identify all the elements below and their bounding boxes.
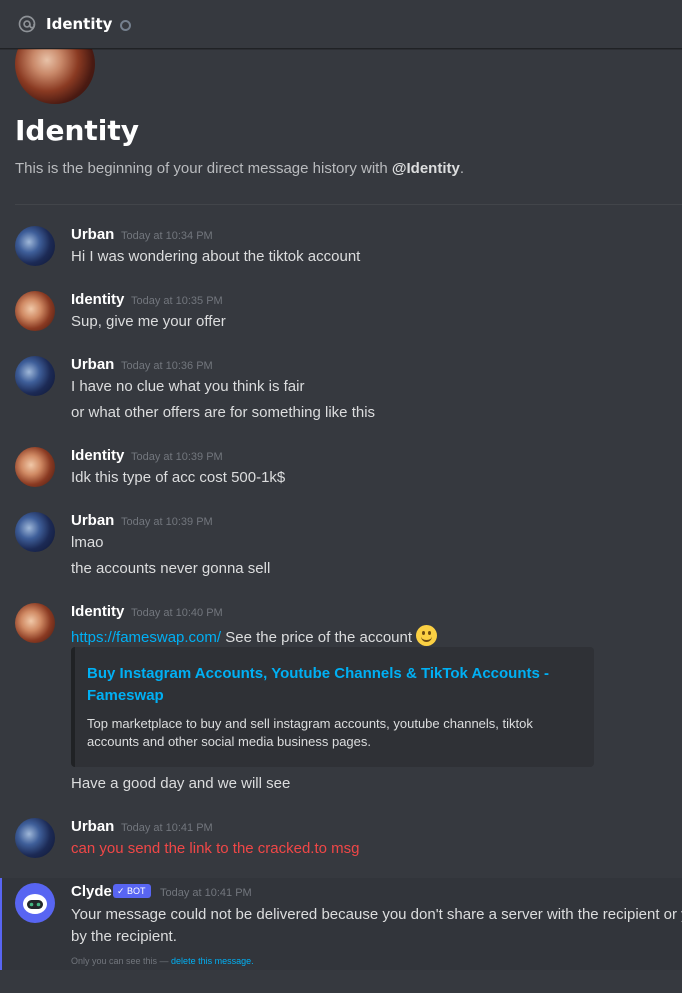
message-text: Sup, give me your offer	[71, 313, 226, 330]
avatar-urban[interactable]	[15, 226, 55, 266]
message-author[interactable]: Urban	[71, 818, 114, 835]
system-message-text: Your message could not be delivered beca…	[71, 906, 682, 945]
avatar-urban[interactable]	[15, 356, 55, 396]
message-text: https://fameswap.com/ See the price of t…	[71, 625, 438, 646]
message-text: lmao	[71, 534, 104, 551]
channel-header: Identity	[0, 0, 682, 49]
offline-status-icon	[120, 19, 132, 31]
link-embed: Buy Instagram Accounts, Youtube Channels…	[71, 647, 594, 767]
bot-badge: ✓ BOT	[113, 884, 151, 898]
embed-description: Top marketplace to buy and sell instagra…	[87, 716, 533, 749]
message-text: Idk this type of acc cost 500-1k$	[71, 469, 286, 486]
intro-user-mention[interactable]: @Identity	[392, 160, 460, 177]
message-timestamp: Today at 10:40 PM	[131, 607, 223, 619]
at-icon	[18, 15, 36, 33]
delete-message-link[interactable]: delete this message.	[171, 956, 254, 966]
message-timestamp: Today at 10:41 PM	[121, 822, 213, 834]
message-text: Have a good day and we will see	[71, 775, 291, 792]
avatar-clyde[interactable]	[15, 883, 55, 923]
message-timestamp: Today at 10:34 PM	[121, 230, 213, 242]
intro-title: Identity	[15, 114, 140, 147]
message-timestamp: Today at 10:39 PM	[121, 516, 213, 528]
message-author[interactable]: Identity	[71, 603, 124, 620]
ephemeral-notice: Only you can see this — delete this mess…	[71, 956, 254, 966]
message-timestamp: Today at 10:39 PM	[131, 451, 223, 463]
avatar-identity[interactable]	[15, 447, 55, 487]
message-text: the accounts never gonna sell	[71, 560, 271, 577]
message-text: Hi I was wondering about the tiktok acco…	[71, 248, 361, 265]
avatar-identity[interactable]	[15, 603, 55, 643]
channel-title: Identity	[46, 15, 113, 33]
clyde-robot-icon	[23, 894, 47, 914]
message-timestamp: Today at 10:35 PM	[131, 295, 223, 307]
avatar-identity[interactable]	[15, 291, 55, 331]
message-author[interactable]: Identity	[71, 291, 124, 308]
avatar-urban[interactable]	[15, 818, 55, 858]
divider	[15, 204, 682, 205]
message-timestamp: Today at 10:41 PM	[160, 887, 252, 899]
message-author[interactable]: Urban	[71, 512, 114, 529]
message-author[interactable]: Identity	[71, 447, 124, 464]
message-timestamp: Today at 10:36 PM	[121, 360, 213, 372]
message-author[interactable]: Urban	[71, 226, 114, 243]
message-text: or what other offers are for something l…	[71, 404, 376, 421]
embed-title[interactable]: Buy Instagram Accounts, Youtube Channels…	[87, 663, 557, 707]
message-author[interactable]: Urban	[71, 356, 114, 373]
failed-message-text: can you send the link to the cracked.to …	[71, 840, 360, 857]
slightly-smiling-face-icon	[416, 625, 438, 646]
message-text: I have no clue what you think is fair	[71, 378, 305, 395]
message-link[interactable]: https://fameswap.com/	[71, 629, 221, 646]
avatar-urban[interactable]	[15, 512, 55, 552]
message-author[interactable]: Clyde	[71, 883, 112, 900]
intro-subtitle: This is the beginning of your direct mes…	[15, 160, 464, 177]
